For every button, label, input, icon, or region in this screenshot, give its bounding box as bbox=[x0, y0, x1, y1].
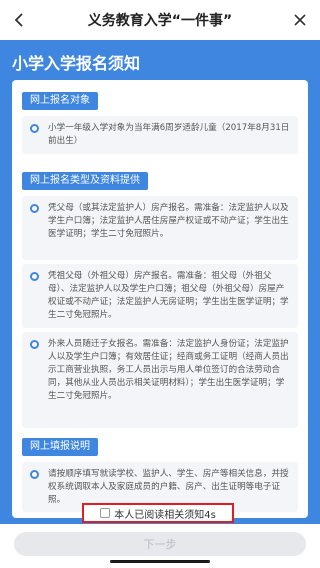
bullet-icon bbox=[30, 272, 39, 281]
section-title-target: 网上报名对象 bbox=[22, 92, 98, 110]
nav-bar: 义务教育入学“一件事” bbox=[0, 0, 320, 40]
agree-checkbox[interactable]: 本人已阅读相关须知4s bbox=[82, 503, 234, 523]
list-item: 凭祖父母（外祖父母）房产报名。需准备：祖父母（外祖父母）、法定监护人以及学生户口… bbox=[22, 264, 298, 328]
home-indicator bbox=[110, 560, 210, 563]
chevron-left-icon bbox=[14, 13, 23, 27]
checkbox-icon[interactable] bbox=[100, 508, 111, 518]
item-text: 凭祖父母（外祖父母）房产报名。需准备：祖父母（外祖父母）、法定监护人以及学生户口… bbox=[48, 271, 289, 320]
list-item: 外来人员随迁子女报名。需准备：法定监护人身份证；法定监护人以及学生户口簿；有效居… bbox=[22, 332, 298, 428]
close-button[interactable] bbox=[288, 8, 312, 32]
list-item: 小学一年级入学对象为当年满6周岁适龄儿童（2017年8月31日前出生） bbox=[22, 116, 298, 154]
bullet-icon bbox=[30, 340, 39, 349]
item-text: 外来人员随迁子女报名。需准备：法定监护人身份证；法定监护人以及学生户口簿；有效居… bbox=[48, 339, 289, 401]
bullet-icon bbox=[30, 470, 39, 479]
item-text: 请按顺序填写就读学校、监护人、学生、房产等相关信息，并授权系统调取本人及家庭成员… bbox=[48, 469, 289, 505]
list-item: 凭父母（或其法定监护人）房产报名。需准备：法定监护人以及学生户口簿；法定监护人居… bbox=[22, 196, 298, 260]
bullet-icon bbox=[30, 204, 39, 213]
next-button[interactable]: 下一步 bbox=[14, 532, 306, 556]
item-text: 小学一年级入学对象为当年满6周岁适龄儿童（2017年8月31日前出生） bbox=[48, 123, 290, 146]
close-icon bbox=[294, 14, 306, 26]
item-text: 凭父母（或其法定监护人）房产报名。需准备：法定监护人以及学生户口簿；法定监护人居… bbox=[48, 203, 289, 239]
notice-heading: 小学入学报名须知 bbox=[12, 54, 141, 73]
bullet-icon bbox=[30, 124, 39, 133]
agree-label: 本人已阅读相关须知4s bbox=[114, 509, 216, 521]
notice-panel: 小学入学报名须知 网上报名对象 小学一年级入学对象为当年满6周岁适龄儿童（201… bbox=[0, 40, 320, 524]
section-title-instructions: 网上填报说明 bbox=[22, 438, 98, 456]
back-button[interactable] bbox=[8, 8, 32, 32]
page-title: 义务教育入学“一件事” bbox=[87, 13, 233, 29]
section-title-types: 网上报名类型及资料提供 bbox=[22, 172, 148, 190]
notice-card[interactable]: 网上报名对象 小学一年级入学对象为当年满6周岁适龄儿童（2017年8月31日前出… bbox=[12, 80, 308, 518]
